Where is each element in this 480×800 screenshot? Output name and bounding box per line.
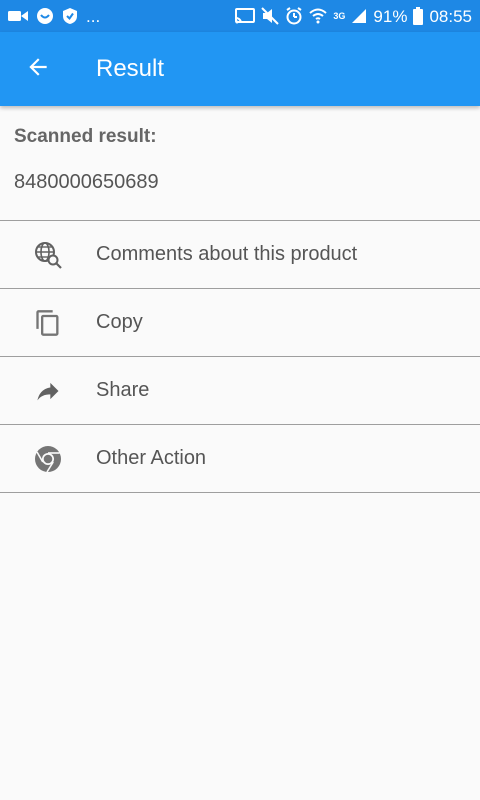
arrow-back-icon: [25, 54, 51, 85]
share-icon: [33, 376, 63, 406]
network-type: 3G: [333, 10, 346, 21]
back-button[interactable]: [14, 45, 62, 93]
more-notifications: ...: [86, 6, 101, 26]
globe-search-icon: [33, 240, 63, 270]
status-bar: ... 3G 91% 08:55: [0, 0, 480, 32]
action-share[interactable]: Share: [0, 357, 480, 424]
action-share-label: Share: [96, 379, 150, 401]
scanned-result-label: Scanned result:: [14, 126, 157, 147]
battery-percent: 91%: [373, 6, 408, 26]
shield-icon: [62, 7, 78, 25]
scanned-result-section: Scanned result: 8480000650689: [0, 106, 480, 220]
action-copy[interactable]: Copy: [0, 289, 480, 356]
action-comments-label: Comments about this product: [96, 243, 358, 265]
result-content: Scanned result: 8480000650689 Comments a…: [0, 106, 480, 493]
alarm-icon: [285, 7, 303, 25]
chrome-icon: [33, 444, 63, 474]
video-icon: [8, 9, 28, 23]
action-comments[interactable]: Comments about this product: [0, 221, 480, 288]
clock: 08:55: [429, 6, 472, 26]
scanned-result-value: 8480000650689: [14, 171, 159, 193]
app-icon: [36, 7, 54, 25]
copy-icon: [33, 308, 63, 338]
page-title: Result: [96, 55, 165, 82]
action-other-label: Other Action: [96, 447, 207, 469]
battery-icon: [413, 7, 424, 25]
app-bar: Result: [0, 32, 480, 106]
signal-icon: [351, 8, 367, 24]
cast-icon: [235, 8, 256, 24]
action-other[interactable]: Other Action: [0, 425, 480, 492]
wifi-icon: [309, 8, 328, 24]
action-copy-label: Copy: [96, 311, 143, 333]
divider: [0, 492, 480, 493]
mute-icon: [261, 7, 280, 25]
